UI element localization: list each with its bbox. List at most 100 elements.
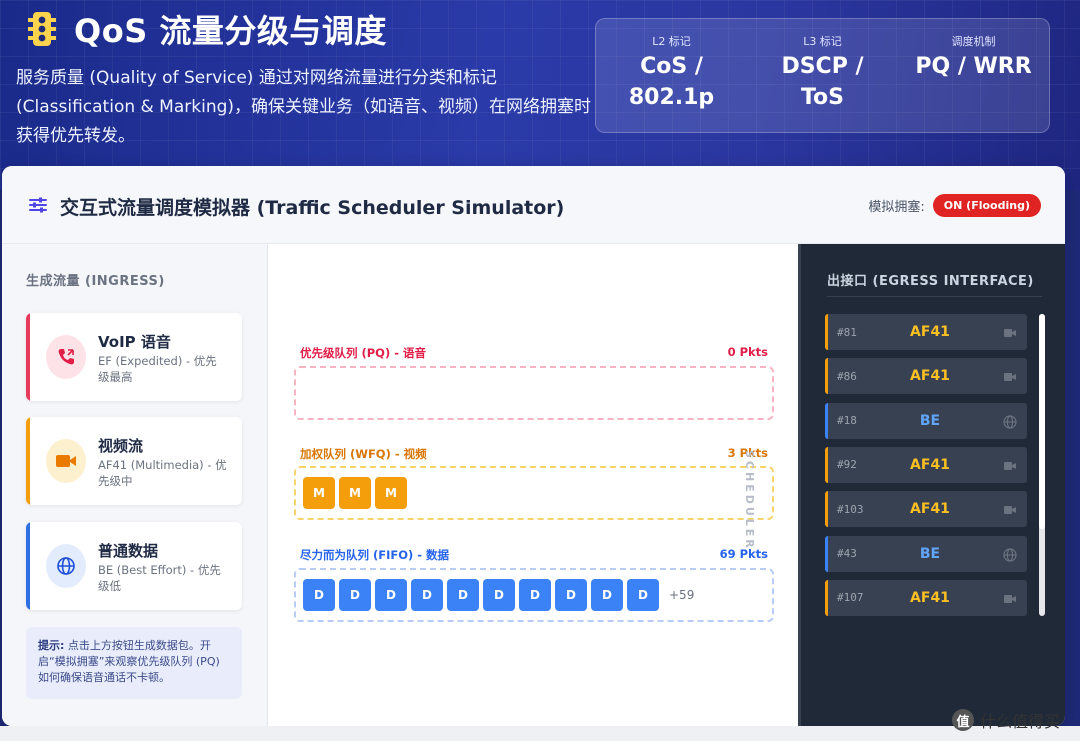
packet: D [483,579,515,611]
packet-id: #103 [837,502,864,516]
globe-icon [46,544,86,588]
queue-name: 尽力而为队列 (FIFO) - 数据 [300,548,450,562]
phone-icon [46,335,86,379]
hero-description: 服务质量 (Quality of Service) 通过对网络流量进行分类和标记… [16,68,592,146]
hero-banner: QoS 流量分级与调度 服务质量 (Quality of Service) 通过… [0,0,1080,190]
watermark: 值 什么值得买 [952,708,1060,732]
flood-control: 模拟拥塞: ON (Flooding) [868,194,1041,217]
packet: D [303,579,335,611]
stat-scheduling: 调度机制 PQ / WRR [904,33,1044,132]
egress-packet[interactable]: #103 AF41 [825,491,1027,528]
more-packets-count: +59 [669,588,695,602]
scrollbar-thumb[interactable] [1039,314,1045,529]
data-traffic-button[interactable]: 普通数据 BE (Best Effort) - 优先级低 [26,522,242,610]
wfq-header: 加权队列 (WFQ) - 视频 3 Pkts [300,446,768,462]
queue-count: 0 Pkts [727,345,768,359]
stat-label: 调度机制 [951,35,996,48]
egress-packet[interactable]: #92 AF41 [825,446,1027,483]
packet-class: AF41 [910,456,950,473]
video-icon [1003,458,1017,472]
video-traffic-button[interactable]: 视频流 AF41 (Multimedia) - 优先级中 [26,417,242,505]
watermark-text: 什么值得买 [980,712,1061,731]
stat-label: L2 标记 [652,35,691,48]
globe-icon [1003,547,1017,562]
packet: M [375,477,407,509]
traffic-name: 普通数据 [98,542,159,560]
flood-label: 模拟拥塞: [868,200,925,215]
traffic-name: 视频流 [98,437,144,455]
packet-id: #18 [837,414,857,428]
packet: D [339,579,371,611]
sliders-icon [28,195,48,219]
accent-bar [26,522,30,610]
accent-bar [825,535,828,572]
traffic-desc: BE (Best Effort) - 优先级低 [98,563,221,593]
queue-name: 加权队列 (WFQ) - 视频 [300,447,427,461]
egress-scrollbar[interactable] [1039,314,1045,616]
stat-label: L3 标记 [803,35,842,48]
simulator-title-row: 交互式流量调度模拟器 (Traffic Scheduler Simulator) [28,193,564,220]
traffic-name: VoIP 语音 [98,333,171,351]
wfq-queue: MMM [294,466,774,520]
egress-panel: 出接口 (EGRESS INTERFACE) #81 AF41 #86 AF41 #18… [798,244,1065,726]
stats-panel: L2 标记 CoS / 802.1p L3 标记 DSCP / ToS 调度机制… [595,18,1050,133]
fifo-queue: D D D D D D D D D D +59 [294,568,774,622]
packet: D [591,579,623,611]
pq-header: 优先级队列 (PQ) - 语音 0 Pkts [300,345,768,361]
packet-id: #92 [837,458,857,472]
packet-class: AF41 [910,501,950,518]
page-title: QoS 流量分级与调度 [74,12,387,50]
traffic-light-icon [24,9,60,49]
packet-class: AF41 [910,368,950,385]
egress-packet[interactable]: #18 BE [825,402,1027,439]
accent-bar [26,417,30,505]
accent-bar [825,358,828,395]
stat-value: PQ / WRR [915,54,1032,79]
queue-name: 优先级队列 (PQ) - 语音 [300,346,426,360]
accent-bar [825,314,828,350]
egress-packet[interactable]: #43 BE [825,535,1027,572]
accent-bar [825,446,828,483]
divider [827,296,1042,297]
packet-id: #43 [837,547,857,560]
ingress-panel: 生成流量 (INGRESS) VoIP 语音 EF (Expedited) - … [2,244,268,726]
stat-l2: L2 标记 CoS / 802.1p [602,33,742,132]
simulator-card: 交互式流量调度模拟器 (Traffic Scheduler Simulator)… [2,166,1065,726]
egress-packet[interactable]: #81 AF41 [825,314,1027,350]
traffic-desc: EF (Expedited) - 优先级最高 [98,354,217,384]
accent-bar [26,313,30,401]
video-icon [1003,369,1017,383]
packet-id: #81 [837,325,857,339]
video-icon [1003,591,1017,605]
packet-class: AF41 [910,324,950,340]
traffic-desc: AF41 (Multimedia) - 优先级中 [98,458,227,488]
packet-class: AF41 [910,589,950,606]
packet-id: #86 [837,369,857,383]
accent-bar [825,579,828,616]
stat-l3: L3 标记 DSCP / ToS [753,33,893,132]
simulator-title: 交互式流量调度模拟器 (Traffic Scheduler Simulator) [60,197,565,219]
ingress-title: 生成流量 (INGRESS) [26,274,165,289]
accent-bar [825,402,828,439]
tip-label: 提示: [38,639,65,652]
scheduler-label: SCHEDULER [743,450,756,551]
video-icon [1003,325,1017,339]
pq-queue [294,366,774,420]
stat-value: DSCP / ToS [781,54,864,110]
packet: D [447,579,479,611]
packet: D [555,579,587,611]
tip-text: 点击上方按钮生成数据包。开启“模拟拥塞”来观察优先级队列 (PQ) 如何确保语音… [38,639,220,684]
queues-panel: 优先级队列 (PQ) - 语音 0 Pkts 加权队列 (WFQ) - 视频 3… [268,244,798,726]
packet: D [519,579,551,611]
footer-strip [0,726,1080,741]
watermark-badge: 值 [952,709,974,731]
egress-packet[interactable]: #86 AF41 [825,358,1027,395]
egress-packet[interactable]: #107 AF41 [825,579,1027,616]
packet-id: #107 [837,591,864,605]
flood-toggle-button[interactable]: ON (Flooding) [932,194,1041,217]
stat-value: CoS / 802.1p [628,54,715,110]
voip-traffic-button[interactable]: VoIP 语音 EF (Expedited) - 优先级最高 [26,313,242,401]
globe-icon [1003,414,1017,429]
packet: M [339,477,371,509]
fifo-header: 尽力而为队列 (FIFO) - 数据 69 Pkts [300,547,768,563]
